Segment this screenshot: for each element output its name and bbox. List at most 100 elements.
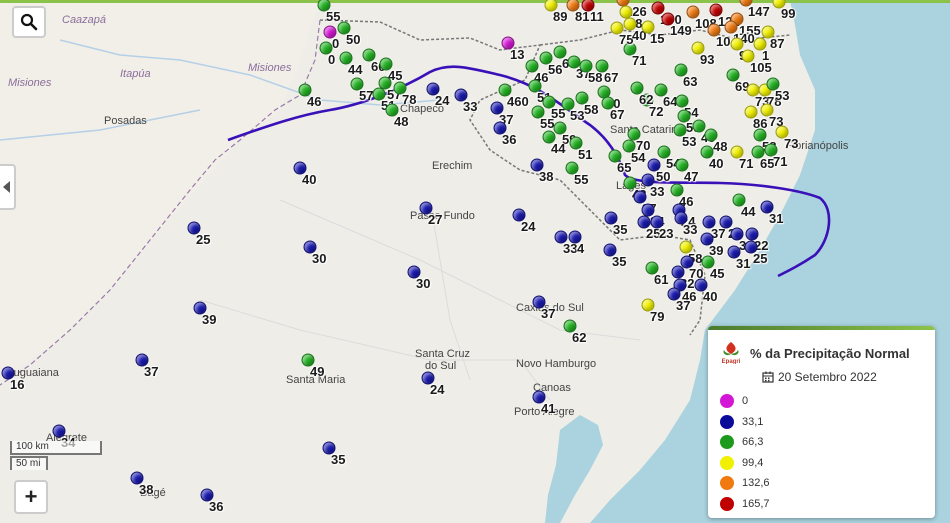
place-label: Erechim [432, 160, 473, 172]
station-value: 23 [659, 226, 674, 241]
zoom-in-button[interactable]: + [14, 480, 48, 514]
lagoon [545, 415, 603, 523]
station-value: 53 [682, 134, 697, 149]
station-value: 53 [570, 108, 585, 123]
scale-km: 100 km [10, 441, 102, 455]
station-value: 37 [541, 306, 556, 321]
legend-panel: Epagri % da Precipitação Normal 20 Setem… [708, 326, 935, 518]
legend-item-label: 132,6 [742, 477, 770, 489]
place-label: Santa Catarina [610, 124, 684, 136]
station-value: 24 [430, 382, 445, 397]
station-value: 54 [631, 150, 646, 165]
station-value: 53 [775, 88, 790, 103]
place-label: Novo Hamburgo [516, 358, 597, 370]
station-value: 44 [741, 204, 756, 219]
station-value: 93 [700, 52, 715, 67]
station-value: 41 [541, 401, 556, 416]
station-value: 27 [428, 212, 443, 227]
station-value: 61 [654, 272, 669, 287]
station-value: 40 [302, 172, 317, 187]
calendar-icon [762, 371, 774, 383]
legend-item: 33,1 [720, 414, 764, 429]
station-value: 71 [632, 53, 647, 68]
station-value: 78 [402, 92, 417, 107]
chevron-left-icon [3, 181, 10, 193]
magnifier-icon [20, 13, 38, 31]
station-value: 38 [139, 482, 154, 497]
station-value: 33 [683, 222, 698, 237]
station-value: 105 [750, 60, 772, 75]
legend-date: 20 Setembro 2022 [762, 370, 877, 384]
place-label: Misiones [8, 77, 52, 89]
place-label: Caazapá [62, 14, 107, 26]
station-value: 99 [781, 6, 796, 21]
station-value: 0 [332, 36, 340, 51]
station-value: 11 [590, 9, 604, 24]
station-value: 147 [748, 4, 770, 19]
legend-item-label: 0 [742, 395, 749, 407]
station-value: 4 [577, 241, 585, 256]
station-value: 62 [639, 92, 654, 107]
station-value: 0 [328, 52, 336, 67]
station-value: 25 [196, 232, 211, 247]
place-label: Itapúa [120, 68, 151, 80]
station-value: 24 [435, 93, 450, 108]
station-value: 55 [326, 9, 341, 24]
place-label: Misiones [248, 62, 292, 74]
station-value: 30 [312, 251, 327, 266]
station-value: 35 [612, 254, 627, 269]
search-button[interactable] [12, 6, 46, 38]
station-value: 33 [463, 99, 478, 114]
legend-accent-stripe [708, 326, 935, 330]
station-value: 71 [739, 156, 754, 171]
station-value: 46 [307, 94, 322, 109]
station-value: 47 [684, 169, 699, 184]
station-value: 31 [769, 211, 784, 226]
station-value: 55 [574, 172, 589, 187]
station-value: 33 [650, 184, 665, 199]
station-value: 89 [553, 9, 568, 24]
station-value: 460 [507, 94, 529, 109]
station-value: 62 [572, 330, 587, 345]
station-value: 57 [359, 88, 374, 103]
sidebar-toggle-button[interactable] [0, 164, 16, 210]
station-value: 37 [144, 364, 159, 379]
station-value: 67 [604, 70, 619, 85]
place-label: do Sul [425, 360, 457, 372]
station-value: 58 [584, 102, 599, 117]
station-value: 63 [683, 74, 698, 89]
station-value: 48 [713, 139, 728, 154]
station-value: 40 [703, 289, 718, 304]
station-value: 39 [202, 312, 217, 327]
legend-item: 165,7 [720, 496, 770, 511]
station-value: 45 [710, 266, 725, 281]
scale-mi: 50 mi [10, 456, 48, 470]
station-value: 36 [209, 499, 224, 514]
station-value: 30 [416, 276, 431, 291]
legend-swatch [720, 496, 734, 511]
station-value: 65 [617, 160, 632, 175]
legend-item-label: 66,3 [742, 436, 764, 448]
legend-item-label: 33,1 [742, 415, 764, 428]
legend-item: 0 [720, 394, 748, 408]
land-west [0, 0, 320, 380]
top-accent-bar [0, 0, 950, 3]
station-value: 40 [709, 156, 724, 171]
legend-item: 132,6 [720, 476, 770, 490]
station-value: 50 [346, 32, 361, 47]
station-value: 25 [753, 251, 768, 266]
station-value: 31 [736, 256, 751, 271]
station-value: 38 [539, 169, 554, 184]
station-value: 15 [650, 31, 665, 46]
station-value: 149 [670, 23, 692, 38]
station-value: 44 [551, 141, 566, 156]
station-value: 49 [310, 364, 325, 379]
epagri-logo: Epagri [722, 342, 741, 364]
legend-swatch [720, 394, 734, 408]
station-value: 13 [510, 47, 525, 62]
station-value: 24 [521, 219, 536, 234]
station-value: 56 [548, 62, 563, 77]
legend-swatch [720, 414, 734, 429]
station-value: 79 [650, 309, 665, 324]
map-scale: 100 km 50 mi [10, 441, 102, 470]
